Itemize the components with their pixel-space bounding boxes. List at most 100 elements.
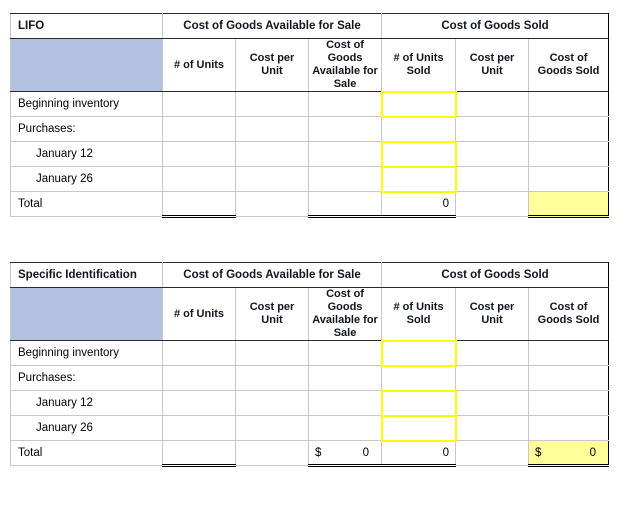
cell-cost-of-goods-sold[interactable] <box>528 390 610 416</box>
subheader-blank <box>10 38 163 92</box>
total-cost-per-unit-available[interactable] <box>235 440 309 466</box>
table-header-sub-row: # of Units Cost per Unit Cost of Goods A… <box>10 287 610 341</box>
subheader-cost-of-goods-available: Cost of Goods Available for Sale <box>307 38 383 92</box>
cell-cost-per-unit-sold[interactable] <box>455 390 530 416</box>
row-label-january-12: January 12 <box>10 141 163 167</box>
total-units-available[interactable] <box>162 191 236 218</box>
input-units-sold[interactable] <box>380 140 457 168</box>
cell-cost-of-goods-available[interactable] <box>307 365 383 391</box>
total-cost-of-goods-available[interactable]: $ 0 <box>307 440 383 467</box>
cell-units-available[interactable] <box>162 141 236 167</box>
cell-units-sold[interactable] <box>381 116 457 142</box>
cell-cost-per-unit-sold[interactable] <box>455 415 530 441</box>
row-label-purchases: Purchases: <box>10 116 163 142</box>
cell-cost-per-unit-sold[interactable] <box>455 365 530 391</box>
subheader-units-available: # of Units <box>162 38 236 92</box>
total-value: 0 <box>589 446 597 459</box>
row-label-purchases: Purchases: <box>10 365 163 391</box>
cell-cost-per-unit-sold[interactable] <box>455 340 530 366</box>
total-cost-per-unit-sold[interactable] <box>455 440 530 466</box>
cell-cost-of-goods-sold[interactable] <box>528 415 610 441</box>
cell-cost-per-unit-available[interactable] <box>235 390 309 416</box>
subheader-blank <box>10 287 163 341</box>
table-row: Beginning inventory <box>10 339 610 367</box>
input-units-sold[interactable] <box>380 414 457 442</box>
table-row: January 26 <box>10 165 610 193</box>
subheader-cost-per-unit-sold: Cost per Unit <box>455 38 530 92</box>
total-units-available[interactable] <box>162 440 236 467</box>
table-row: January 12 <box>10 140 610 168</box>
cell-cost-of-goods-available[interactable] <box>307 166 383 192</box>
cell-cost-of-goods-available[interactable] <box>307 91 383 117</box>
row-label-january-12: January 12 <box>10 390 163 416</box>
subheader-cost-per-unit-sold: Cost per Unit <box>455 287 530 341</box>
subheader-units-sold: # of Units Sold <box>381 38 457 92</box>
total-units-sold[interactable]: 0 <box>381 191 457 218</box>
table-row: Beginning inventory <box>10 90 610 118</box>
total-cost-of-goods-available[interactable] <box>307 191 383 218</box>
input-units-sold[interactable] <box>380 165 457 193</box>
cell-cost-per-unit-sold[interactable] <box>455 116 530 142</box>
cell-cost-per-unit-available[interactable] <box>235 116 309 142</box>
cell-units-sold[interactable] <box>381 365 457 391</box>
table-title-lifo: LIFO <box>10 13 163 39</box>
subheader-cost-per-unit-available: Cost per Unit <box>235 287 309 341</box>
total-cost-per-unit-sold[interactable] <box>455 191 530 217</box>
cell-cost-of-goods-available[interactable] <box>307 116 383 142</box>
cell-cost-per-unit-available[interactable] <box>235 365 309 391</box>
cell-cost-of-goods-sold[interactable] <box>528 365 610 391</box>
total-units-sold[interactable]: 0 <box>381 440 457 467</box>
cell-cost-per-unit-sold[interactable] <box>455 166 530 192</box>
currency-symbol: $ <box>315 446 322 459</box>
input-units-sold[interactable] <box>380 90 457 118</box>
cell-units-available[interactable] <box>162 116 236 142</box>
cell-units-available[interactable] <box>162 340 236 366</box>
cell-cost-of-goods-available[interactable] <box>307 141 383 167</box>
cell-cost-of-goods-sold[interactable] <box>528 166 610 192</box>
table-row: January 12 <box>10 389 610 417</box>
cell-cost-per-unit-available[interactable] <box>235 91 309 117</box>
worksheet-canvas: LIFO Cost of Goods Available for Sale Co… <box>0 0 625 507</box>
table-total-row: Total 0 <box>10 191 610 218</box>
subheader-cost-of-goods-available: Cost of Goods Available for Sale <box>307 287 383 341</box>
cell-units-available[interactable] <box>162 390 236 416</box>
cell-cost-of-goods-available[interactable] <box>307 340 383 366</box>
cell-units-available[interactable] <box>162 91 236 117</box>
table-title-specific-identification: Specific Identification <box>10 262 163 288</box>
cell-cost-of-goods-sold[interactable] <box>528 340 610 366</box>
input-units-sold[interactable] <box>380 389 457 417</box>
cell-units-available[interactable] <box>162 415 236 441</box>
cell-cost-per-unit-sold[interactable] <box>455 91 530 117</box>
group-header-sold: Cost of Goods Sold <box>381 13 610 39</box>
group-header-sold: Cost of Goods Sold <box>381 262 610 288</box>
inventory-table-specific-identification: Specific Identification Cost of Goods Av… <box>10 262 610 467</box>
cell-cost-of-goods-available[interactable] <box>307 390 383 416</box>
total-cost-of-goods-sold[interactable] <box>528 191 610 218</box>
cell-cost-per-unit-available[interactable] <box>235 415 309 441</box>
cell-cost-per-unit-available[interactable] <box>235 166 309 192</box>
row-label-total: Total <box>10 191 163 217</box>
subheader-units-available: # of Units <box>162 287 236 341</box>
cell-cost-per-unit-sold[interactable] <box>455 141 530 167</box>
input-units-sold[interactable] <box>380 339 457 367</box>
cell-cost-per-unit-available[interactable] <box>235 141 309 167</box>
cell-cost-of-goods-sold[interactable] <box>528 116 610 142</box>
cell-cost-of-goods-sold[interactable] <box>528 141 610 167</box>
table-header-sub-row: # of Units Cost per Unit Cost of Goods A… <box>10 38 610 92</box>
group-header-available: Cost of Goods Available for Sale <box>161 262 383 288</box>
cell-units-available[interactable] <box>162 166 236 192</box>
row-label-january-26: January 26 <box>10 166 163 192</box>
cell-cost-of-goods-available[interactable] <box>307 415 383 441</box>
subheader-units-sold: # of Units Sold <box>381 287 457 341</box>
currency-symbol: $ <box>535 446 542 459</box>
total-cost-per-unit-available[interactable] <box>235 191 309 217</box>
row-label-january-26: January 26 <box>10 415 163 441</box>
cell-units-available[interactable] <box>162 365 236 391</box>
cell-cost-per-unit-available[interactable] <box>235 340 309 366</box>
total-cost-of-goods-sold[interactable]: $ 0 <box>528 440 610 467</box>
table-header-title-row: Specific Identification Cost of Goods Av… <box>10 262 610 288</box>
table-total-row: Total $ 0 0 $ 0 <box>10 440 610 467</box>
cell-cost-of-goods-sold[interactable] <box>528 91 610 117</box>
row-label-beginning-inventory: Beginning inventory <box>10 91 163 117</box>
inventory-table-lifo: LIFO Cost of Goods Available for Sale Co… <box>10 13 610 218</box>
